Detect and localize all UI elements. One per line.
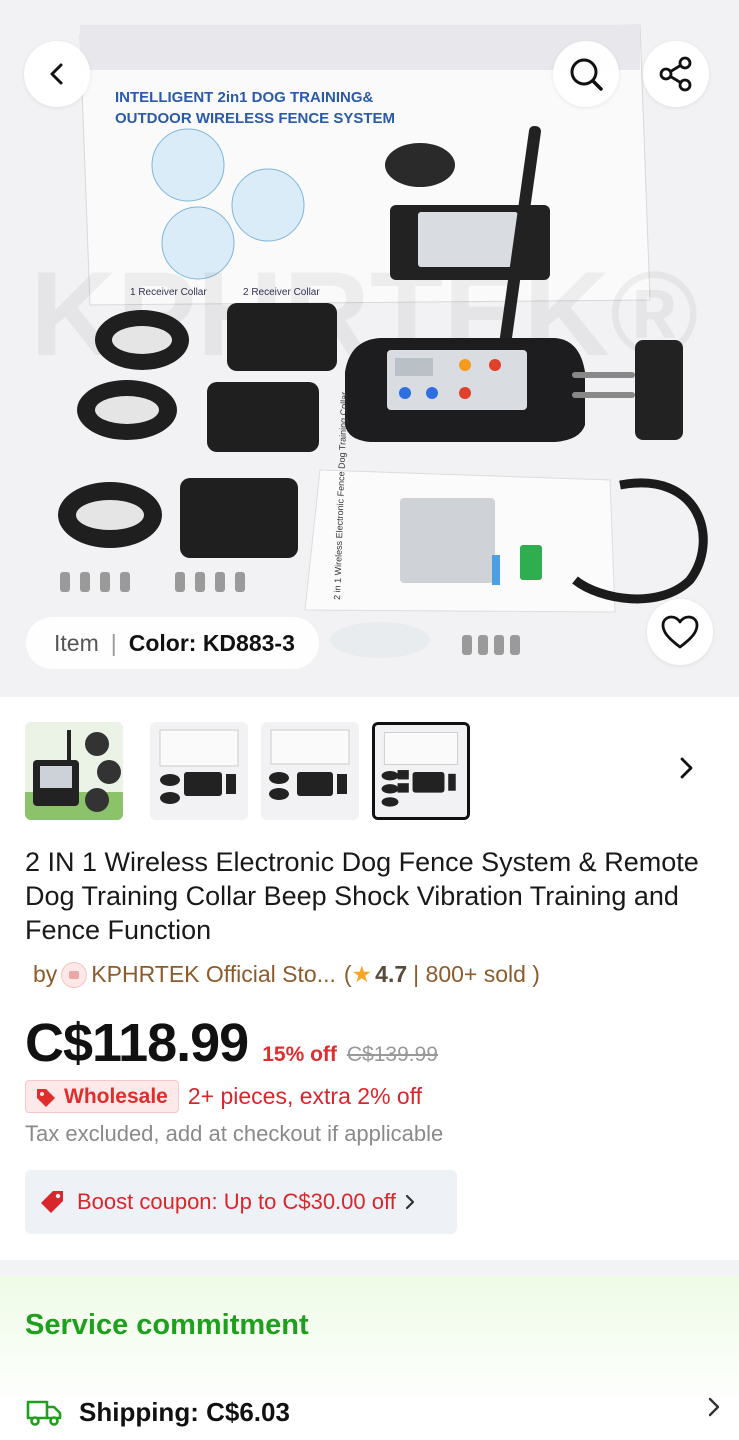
thumbnail-next-button[interactable] (668, 750, 704, 786)
product-title: 2 IN 1 Wireless Electronic Dog Fence Sys… (25, 847, 699, 945)
search-button[interactable] (553, 41, 619, 107)
original-price: C$139.99 (346, 1043, 438, 1066)
store-logo-icon (61, 961, 88, 988)
store-name[interactable]: KPHRTEK Official Sto... (91, 961, 336, 988)
product-photo: INTELLIGENT 2in1 DOG TRAINING& OUTDOOR W… (0, 0, 739, 697)
rating-value: 4.7 (375, 961, 408, 987)
wholesale-text: 2+ pieces, extra 2% off (187, 1083, 423, 1109)
sku-separator: | (110, 629, 117, 656)
box-title-2: OUTDOOR WIRELESS FENCE SYSTEM (115, 110, 395, 127)
share-button[interactable] (643, 41, 709, 107)
tax-note: Tax excluded, add at checkout if applica… (25, 1121, 444, 1146)
sku-item-label: Item (54, 629, 99, 656)
service-title: Service commitment (25, 1309, 309, 1341)
coupon-text: Boost coupon: Up to C$30.00 off (77, 1189, 396, 1214)
heart-icon (661, 615, 699, 649)
thumbnail-3-image (261, 722, 359, 820)
tag-icon (37, 1088, 55, 1107)
sku-color-label: Color: KD883-3 (128, 629, 295, 656)
star-icon: ★ (351, 961, 373, 987)
open-paren: ( (343, 961, 352, 987)
section-divider (0, 1260, 739, 1276)
shipping-text: Shipping: C$6.03 (79, 1396, 290, 1427)
store-rating-line[interactable]: by KPHRTEK Official Sto... ( ★ 4.7 | 800… (33, 961, 540, 988)
wholesale-row[interactable]: Wholesale 2+ pieces, extra 2% off (25, 1080, 422, 1113)
thumbnail-4-selected[interactable] (372, 722, 470, 820)
thumbnail-2[interactable] (150, 722, 248, 820)
sold-count: | 800+ sold ) (413, 961, 540, 987)
shipping-row[interactable]: Shipping: C$6.03 (25, 1392, 725, 1432)
chevron-left-icon (50, 63, 63, 85)
sku-selector-pill[interactable]: Item | Color: KD883-3 (26, 617, 319, 669)
service-commitment-section: Service commitment Shipping: C$6.03 (0, 1276, 739, 1440)
box-title-1: INTELLIGENT 2in1 DOG TRAINING& (115, 89, 374, 106)
wishlist-button[interactable] (647, 599, 713, 665)
coupon-tag-icon (41, 1191, 63, 1213)
product-hero-image[interactable]: INTELLIGENT 2in1 DOG TRAINING& OUTDOOR W… (0, 0, 739, 697)
truck-icon (26, 1400, 62, 1426)
thumbnail-1[interactable] (25, 722, 123, 820)
chevron-right-icon (708, 1397, 720, 1417)
chevron-right-icon (405, 1194, 414, 1210)
price-row: C$118.99 15% off C$139.99 (25, 1012, 438, 1074)
thumbnail-4-image (375, 725, 467, 817)
thumbnail-strip (0, 712, 739, 828)
chevron-right-icon (680, 757, 693, 779)
boost-coupon-button[interactable]: Boost coupon: Up to C$30.00 off (25, 1170, 457, 1234)
by-label: by (33, 961, 58, 987)
discount-badge: 15% off (262, 1043, 337, 1066)
wholesale-badge: Wholesale (25, 1080, 179, 1113)
current-price: C$118.99 (25, 1013, 249, 1073)
thumbnail-3[interactable] (261, 722, 359, 820)
search-icon (570, 58, 603, 91)
wholesale-badge-label: Wholesale (64, 1084, 168, 1108)
back-button[interactable] (24, 41, 90, 107)
thumbnail-2-image (150, 722, 248, 820)
thumbnail-1-image (25, 722, 123, 820)
share-icon (659, 56, 692, 92)
